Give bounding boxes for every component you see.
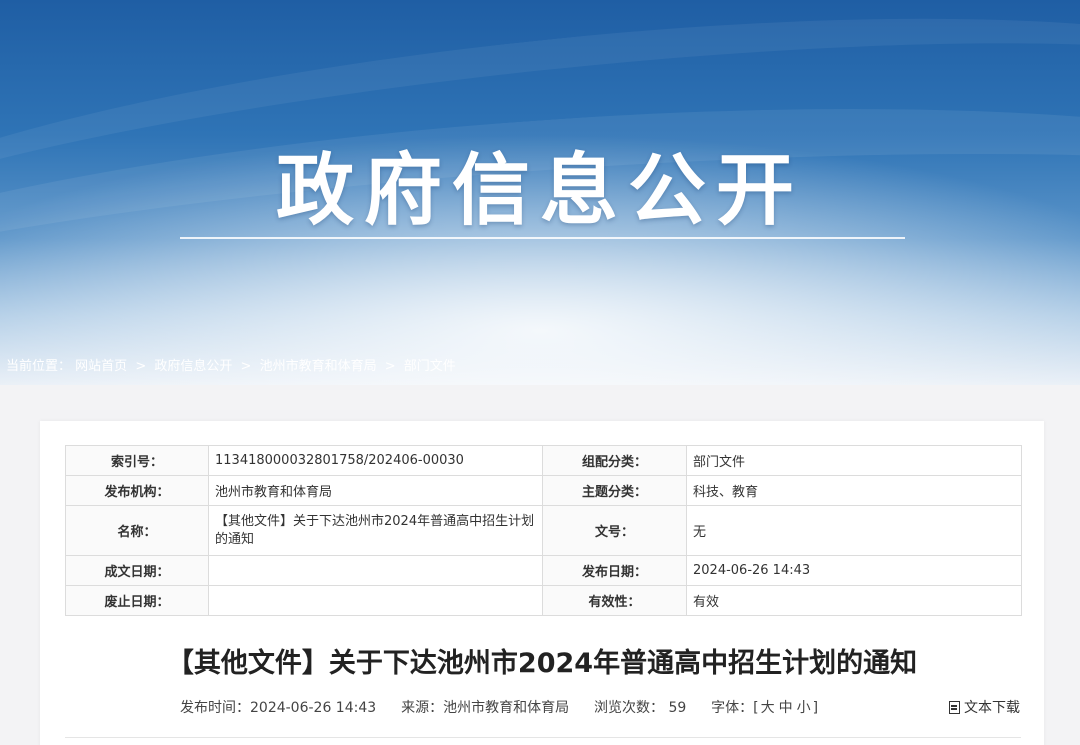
document-icon bbox=[949, 701, 960, 714]
content-divider bbox=[65, 737, 1021, 738]
article-title: 【其他文件】关于下达池州市2024年普通高中招生计划的通知 bbox=[166, 648, 918, 679]
publisher-value: 池州市教育和体育局 bbox=[208, 475, 543, 506]
table-row: 发布机构： 池州市教育和体育局 主题分类： 科技、教育 bbox=[65, 475, 1022, 506]
publish-time-label: 发布时间： bbox=[180, 700, 250, 716]
category-label: 组配分类： bbox=[542, 445, 687, 476]
published-date-value: 2024-06-26 14:43 bbox=[686, 555, 1022, 586]
font-bracket-open: [ bbox=[753, 700, 759, 716]
topic-value: 科技、教育 bbox=[686, 475, 1022, 506]
source-label: 来源： bbox=[401, 700, 444, 716]
content-panel: 索引号： 113418000032801758/202406-00030 组配分… bbox=[40, 421, 1044, 745]
breadcrumb-separator: > bbox=[240, 359, 252, 374]
created-date-label: 成文日期： bbox=[65, 555, 209, 586]
validity-label: 有效性： bbox=[542, 585, 687, 616]
font-large-button[interactable]: 大 bbox=[761, 700, 775, 716]
table-row: 成文日期： 发布日期： 2024-06-26 14:43 bbox=[65, 555, 1022, 586]
breadcrumb-info-link[interactable]: 政府信息公开 bbox=[154, 359, 232, 374]
font-medium-button[interactable]: 中 bbox=[779, 700, 793, 716]
name-label: 名称： bbox=[65, 505, 209, 556]
breadcrumb-separator: > bbox=[384, 359, 396, 374]
views-count: 59 bbox=[668, 700, 687, 716]
banner-title: 政府信息公开 bbox=[275, 146, 804, 236]
source-value: 池州市教育和体育局 bbox=[443, 700, 570, 716]
abolished-date-label: 废止日期： bbox=[65, 585, 209, 616]
font-bracket-close: ] bbox=[812, 700, 819, 716]
table-row: 索引号： 113418000032801758/202406-00030 组配分… bbox=[65, 445, 1022, 476]
abolished-date-value bbox=[208, 585, 543, 616]
publish-time-value: 2024-06-26 14:43 bbox=[250, 700, 377, 716]
table-row: 名称： 【其他文件】关于下达池州市2024年普通高中招生计划的通知 文号： 无 bbox=[65, 505, 1022, 556]
table-row: 废止日期： 有效性： 有效 bbox=[65, 585, 1022, 616]
breadcrumb-department-link[interactable]: 池州市教育和体育局 bbox=[260, 359, 377, 374]
font-size-label: 字体： bbox=[711, 700, 754, 716]
breadcrumb-home-link[interactable]: 网站首页 bbox=[75, 359, 127, 374]
download-label: 文本下载 bbox=[964, 700, 1020, 716]
docno-label: 文号： bbox=[542, 505, 687, 556]
category-value: 部门文件 bbox=[686, 445, 1022, 476]
publisher-label: 发布机构： bbox=[65, 475, 209, 506]
metadata-table: 索引号： 113418000032801758/202406-00030 组配分… bbox=[65, 445, 1022, 616]
banner-underline bbox=[180, 237, 905, 239]
views-label: 浏览次数： bbox=[593, 700, 664, 716]
index-label: 索引号： bbox=[65, 445, 209, 476]
topic-label: 主题分类： bbox=[542, 475, 687, 506]
breadcrumb-separator: > bbox=[135, 359, 147, 374]
breadcrumb: 当前位置： 网站首页 > 政府信息公开 > 池州市教育和体育局 > 部门文件 bbox=[6, 355, 456, 374]
breadcrumb-documents-link[interactable]: 部门文件 bbox=[404, 359, 456, 374]
font-small-button[interactable]: 小 bbox=[797, 700, 811, 716]
index-value: 113418000032801758/202406-00030 bbox=[208, 445, 543, 476]
font-size-selector: 字体：[大中小] bbox=[711, 700, 818, 716]
text-download-button[interactable]: 文本下载 bbox=[949, 697, 1020, 717]
validity-value: 有效 bbox=[686, 585, 1022, 616]
name-value: 【其他文件】关于下达池州市2024年普通高中招生计划的通知 bbox=[208, 505, 543, 556]
docno-value: 无 bbox=[686, 505, 1022, 556]
breadcrumb-prefix: 当前位置： bbox=[6, 359, 72, 374]
created-date-value bbox=[208, 555, 543, 586]
page-banner: 政府信息公开 当前位置： 网站首页 > 政府信息公开 > 池州市教育和体育局 >… bbox=[0, 0, 1080, 385]
article-info-bar: 发布时间：2024-06-26 14:43 来源：池州市教育和体育局 浏览次数：… bbox=[180, 697, 818, 717]
published-date-label: 发布日期： bbox=[542, 555, 687, 586]
